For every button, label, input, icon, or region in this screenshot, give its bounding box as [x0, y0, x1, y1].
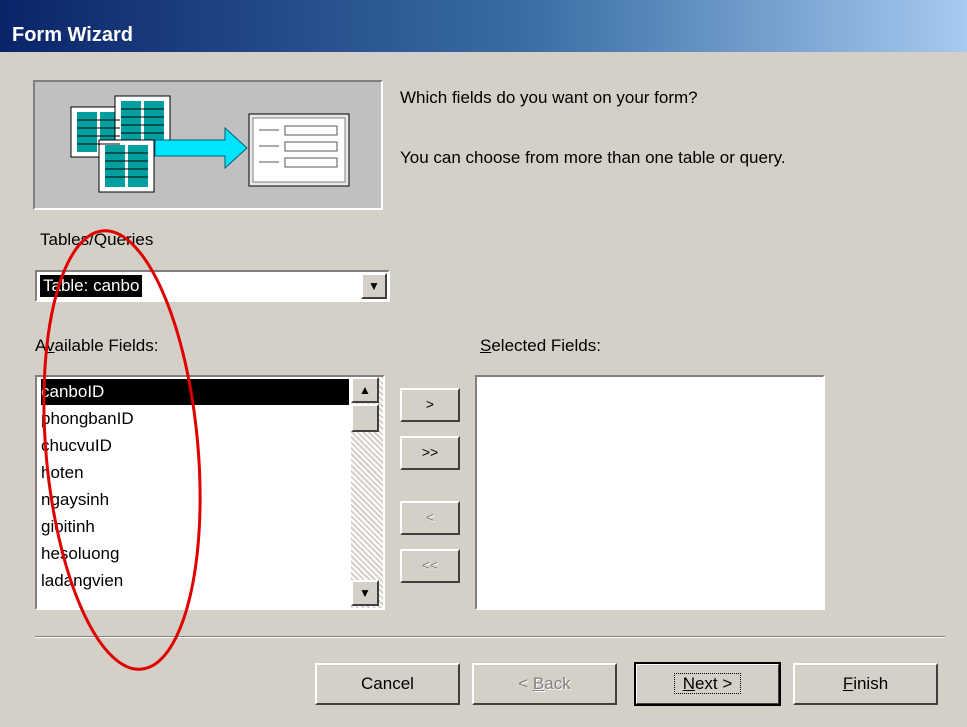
window-title: Form Wizard: [12, 24, 133, 46]
list-item[interactable]: chucvuID: [41, 433, 116, 459]
form-wizard-illustration: [33, 80, 383, 210]
finish-button-rest: inish: [853, 674, 889, 693]
next-button-rest: ext >: [694, 674, 733, 693]
list-item[interactable]: hoten: [41, 460, 88, 486]
separator: [35, 636, 945, 638]
back-button-mnemonic: B: [532, 674, 545, 693]
remove-all-button[interactable]: <<: [400, 549, 460, 583]
list-item[interactable]: canboID: [41, 379, 349, 405]
selected-fields-label-rest: elected Fields:: [491, 336, 601, 355]
back-button-rest: ack: [544, 674, 571, 693]
add-all-button[interactable]: >>: [400, 436, 460, 470]
available-fields-label-a: A: [35, 336, 47, 355]
selected-fields-label-mnemonic: S: [480, 336, 492, 355]
back-button-prefix: <: [518, 674, 533, 693]
available-fields-label-mnemonic: v: [46, 336, 55, 355]
available-fields-label: Available Fields:: [35, 336, 159, 356]
scroll-down-icon[interactable]: ▼: [351, 580, 379, 606]
next-button-mnemonic: N: [682, 674, 695, 693]
selected-fields-list[interactable]: [475, 375, 825, 610]
next-button-focus: Next >: [673, 673, 742, 694]
scroll-up-icon[interactable]: ▲: [351, 377, 379, 403]
tables-queries-label: Tables/Queries: [40, 230, 154, 249]
tables-queries-combobox[interactable]: Table: canbo ▼: [35, 270, 390, 302]
list-item[interactable]: hesoluong: [41, 541, 123, 567]
remove-one-button[interactable]: <: [400, 501, 460, 535]
scrollbar-thumb[interactable]: [351, 404, 379, 432]
finish-button-mnemonic: F: [842, 674, 854, 693]
list-item[interactable]: gioitinh: [41, 514, 99, 540]
selected-fields-label: Selected Fields:: [480, 336, 601, 356]
tables-queries-value: Table: canbo: [40, 275, 143, 297]
title-bar: Form Wizard: [0, 0, 967, 52]
available-fields-label-rest: ailable Fields:: [54, 336, 159, 355]
cancel-button[interactable]: Cancel: [315, 663, 460, 705]
back-button[interactable]: < Back: [472, 663, 617, 705]
available-fields-list[interactable]: canboID phongbanID chucvuID hoten ngaysi…: [35, 375, 385, 610]
tables-to-form-icon: [70, 95, 350, 193]
dropdown-arrow-icon[interactable]: ▼: [361, 273, 387, 299]
list-item[interactable]: ladangvien: [41, 568, 127, 594]
available-fields-scrollbar[interactable]: ▲ ▼: [351, 377, 383, 608]
next-button[interactable]: Next >: [634, 662, 781, 706]
wizard-question: Which fields do you want on your form?: [400, 88, 698, 107]
wizard-hint: You can choose from more than one table …: [400, 148, 786, 167]
list-item[interactable]: phongbanID: [41, 406, 138, 432]
finish-button[interactable]: Finish: [793, 663, 938, 705]
add-one-button[interactable]: >: [400, 388, 460, 422]
list-item[interactable]: ngaysinh: [41, 487, 113, 513]
